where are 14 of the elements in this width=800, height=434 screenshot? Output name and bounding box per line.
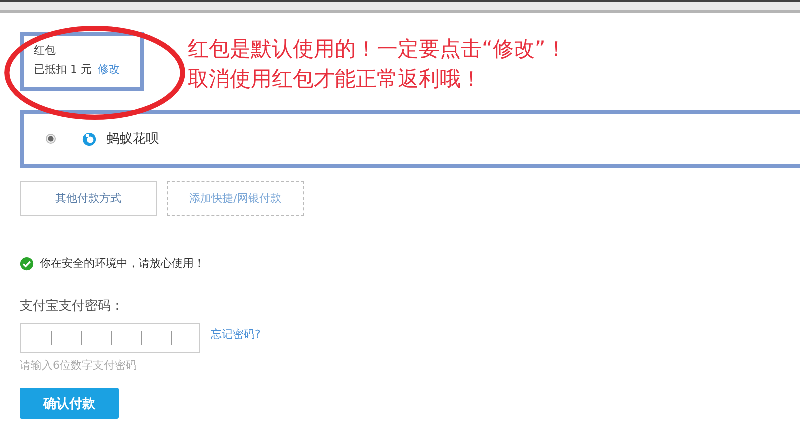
annotation-text: 红包是默认使用的！一定要点击“修改”！	[188, 36, 567, 63]
payment-method-label: 蚂蚁花呗	[107, 131, 159, 148]
coupon-title: 红包	[34, 43, 57, 58]
edit-link[interactable]: 修改	[98, 62, 120, 77]
payment-option-button[interactable]: 添加快捷/网银付款	[167, 181, 304, 216]
password-label: 支付宝支付密码：	[20, 298, 124, 315]
payment-method-row[interactable]: 蚂蚁花呗	[20, 110, 800, 168]
annotation-text: 取消使用红包才能正常返利哦！	[188, 66, 483, 93]
confirm-payment-button[interactable]: 确认付款	[20, 388, 119, 419]
deduction-text: 已抵扣 1 元	[34, 62, 92, 77]
forgot-password-link[interactable]: 忘记密码?	[211, 326, 261, 342]
payment-option-button[interactable]: 其他付款方式	[20, 181, 157, 216]
security-notice: 你在安全的环境中，请放心使用！	[40, 256, 205, 271]
password-hint: 请输入6位数字支付密码	[20, 358, 137, 373]
